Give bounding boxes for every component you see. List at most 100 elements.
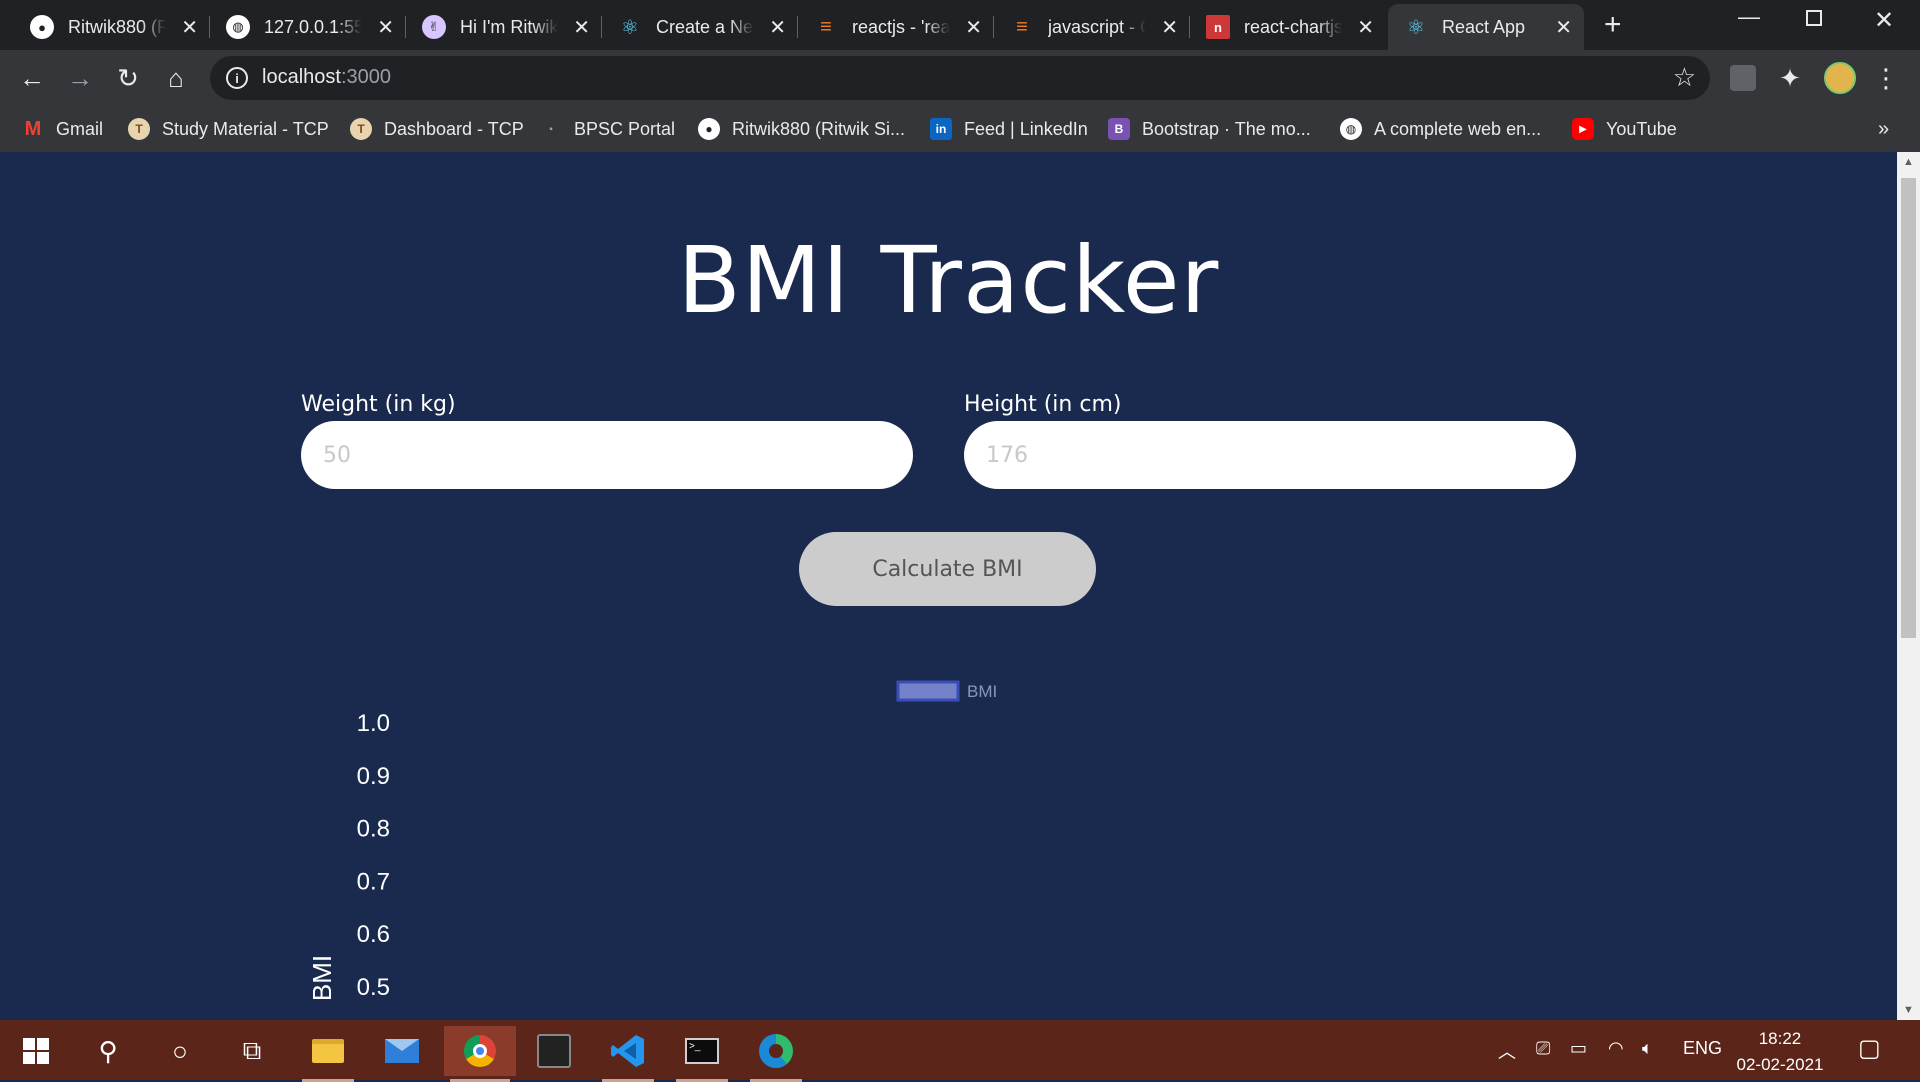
url-text[interactable]: localhost:3000 — [262, 66, 391, 89]
vscode-icon[interactable] — [596, 1026, 660, 1082]
app-page: BMI Tracker Weight (in kg) Height (in cm… — [0, 152, 1897, 1020]
battery-icon[interactable]: ▭ — [1570, 1038, 1587, 1059]
app-icon[interactable] — [522, 1026, 586, 1076]
bookmark-study-material[interactable]: T Study Material - TCP — [128, 114, 329, 144]
address-bar[interactable]: i localhost:3000 ☆ — [210, 56, 1710, 100]
bookmark-bpsc[interactable]: ▪ BPSC Portal — [540, 114, 675, 144]
legend-swatch — [896, 680, 960, 702]
profile-avatar[interactable] — [1824, 62, 1856, 94]
cortana-icon[interactable]: ○ — [148, 1026, 212, 1076]
close-icon[interactable]: ✕ — [573, 15, 590, 40]
close-window-icon[interactable]: ✕ — [1874, 6, 1894, 35]
tab-title: react-chartjs-2 — [1244, 16, 1342, 37]
tab-title: React App — [1442, 16, 1526, 37]
chrome-icon[interactable] — [444, 1026, 516, 1082]
extensions-puzzle-icon[interactable]: ✦ — [1774, 62, 1806, 94]
scroll-down-icon[interactable]: ▼ — [1903, 1004, 1914, 1016]
browser-toolbar: ← → ↻ ⌂ i localhost:3000 ☆ ✦ ⋮ — [0, 50, 1920, 106]
tab-stackoverflow-javascript[interactable]: ≡ javascript - Chart ✕ — [994, 4, 1190, 50]
react-icon: ⚛ — [1407, 16, 1425, 39]
bookmark-github[interactable]: ● Ritwik880 (Ritwik Si... — [698, 114, 905, 144]
scroll-up-icon[interactable]: ▲ — [1903, 156, 1914, 168]
task-view-icon[interactable]: ⧉ — [220, 1026, 284, 1076]
tab-stackoverflow-reactjs[interactable]: ≡ reactjs - 'react-scripts' ✕ — [798, 4, 994, 50]
bookmark-dashboard[interactable]: T Dashboard - TCP — [350, 114, 524, 144]
search-icon[interactable]: ⚲ — [76, 1026, 140, 1076]
windows-taskbar: ⚲ ○ ⧉ >_ ︿ ⎚ ▭ ◠ 🔈︎ ENG 18:22 02-02-2021… — [0, 1020, 1920, 1082]
tab-title: Ritwik880 (Ritwik Singh) — [68, 16, 166, 37]
terminal-icon[interactable]: >_ — [670, 1026, 734, 1082]
tab-localhost-5500[interactable]: ◍ 127.0.0.1:5500 ✕ — [210, 4, 406, 50]
bookmark-gmail[interactable]: M Gmail — [22, 114, 103, 144]
weight-input[interactable] — [301, 421, 913, 489]
restore-icon[interactable] — [1806, 10, 1822, 26]
file-explorer-icon[interactable] — [296, 1026, 360, 1082]
close-icon[interactable]: ✕ — [1555, 15, 1572, 40]
clock[interactable]: 18:22 02-02-2021 — [1725, 1026, 1835, 1078]
bookmark-linkedin[interactable]: in Feed | LinkedIn — [930, 114, 1088, 144]
new-tab-button[interactable]: + — [1604, 8, 1622, 42]
tab-create-react-app[interactable]: ⚛ Create a New React App ✕ — [602, 4, 798, 50]
close-icon[interactable]: ✕ — [965, 15, 982, 40]
menu-kebab-icon[interactable]: ⋮ — [1870, 62, 1902, 94]
wifi-icon[interactable]: ◠ — [1608, 1038, 1624, 1059]
tray-overflow-icon[interactable]: ︿ — [1498, 1038, 1516, 1064]
tab-github[interactable]: ● Ritwik880 (Ritwik Singh) ✕ — [14, 4, 210, 50]
bookmark-bootstrap[interactable]: B Bootstrap · The mo... — [1108, 114, 1311, 144]
bookmark-youtube[interactable]: ▶ YouTube — [1572, 114, 1677, 144]
github-icon: ● — [30, 15, 54, 39]
site-info-icon[interactable]: i — [226, 67, 248, 89]
reload-icon[interactable]: ↻ — [112, 62, 144, 94]
weight-label: Weight (in kg) — [301, 392, 456, 417]
back-icon[interactable]: ← — [16, 62, 48, 94]
language-indicator[interactable]: ENG — [1683, 1038, 1722, 1059]
gmail-icon: M — [24, 117, 42, 140]
close-icon[interactable]: ✕ — [1357, 15, 1374, 40]
tab-portfolio[interactable]: ✌ Hi I'm Ritwik ✕ — [406, 4, 602, 50]
bookmark-star-icon[interactable]: ☆ — [1673, 62, 1696, 93]
legend-label: BMI — [967, 682, 997, 701]
y-tick-label: 0.8 — [357, 816, 390, 843]
meet-now-icon[interactable]: ⎚ — [1536, 1038, 1550, 1059]
more-bookmarks-button[interactable]: » — [1878, 114, 1889, 144]
minimize-icon[interactable]: — — [1738, 4, 1760, 30]
clock-time: 18:22 — [1758, 1029, 1802, 1048]
page-scrollbar[interactable]: ▲ ▼ — [1897, 152, 1920, 1020]
globe-icon: ◍ — [226, 15, 250, 39]
tab-title: javascript - Chart — [1048, 16, 1146, 37]
y-tick-label: 1.0 — [357, 710, 390, 737]
notifications-icon[interactable]: ▢ — [1858, 1034, 1881, 1063]
forward-icon[interactable]: → — [64, 62, 96, 94]
globe-icon: ◍ — [1340, 118, 1362, 140]
tab-title: Hi I'm Ritwik — [460, 16, 558, 37]
close-icon[interactable]: ✕ — [377, 15, 394, 40]
edge-icon[interactable] — [744, 1026, 808, 1082]
close-icon[interactable]: ✕ — [769, 15, 786, 40]
close-icon[interactable]: ✕ — [181, 15, 198, 40]
npm-icon: n — [1206, 15, 1230, 39]
linkedin-icon: in — [930, 118, 952, 140]
stackoverflow-icon: ≡ — [1016, 15, 1028, 38]
height-input[interactable] — [964, 421, 1576, 489]
peace-hand-icon: ✌ — [422, 15, 446, 39]
tab-react-app[interactable]: ⚛ React App ✕ — [1388, 4, 1584, 50]
tab-react-chartjs-2[interactable]: n react-chartjs-2 ✕ — [1190, 4, 1386, 50]
react-icon: ⚛ — [621, 16, 639, 39]
bookmark-web-en[interactable]: ◍ A complete web en... — [1340, 114, 1541, 144]
tab-strip: ● Ritwik880 (Ritwik Singh) ✕ ◍ 127.0.0.1… — [0, 0, 1920, 50]
bookmarks-bar: M Gmail T Study Material - TCP T Dashboard … — [0, 106, 1920, 152]
tcp-icon: T — [350, 118, 372, 140]
y-tick-label: 0.5 — [357, 974, 390, 1001]
close-icon[interactable]: ✕ — [1161, 15, 1178, 40]
calculate-bmi-button[interactable]: Calculate BMI — [799, 532, 1096, 606]
height-label: Height (in cm) — [964, 392, 1122, 417]
home-icon[interactable]: ⌂ — [160, 62, 192, 94]
windows-start-icon[interactable] — [4, 1026, 68, 1076]
page-title: BMI Tracker — [677, 227, 1220, 334]
scroll-thumb[interactable] — [1901, 178, 1916, 638]
github-icon: ● — [698, 118, 720, 140]
mail-icon[interactable] — [370, 1026, 434, 1076]
extension-icon[interactable] — [1730, 65, 1756, 91]
volume-icon[interactable]: 🔈︎ — [1642, 1038, 1653, 1059]
bpsc-icon: ▪ — [549, 123, 553, 135]
